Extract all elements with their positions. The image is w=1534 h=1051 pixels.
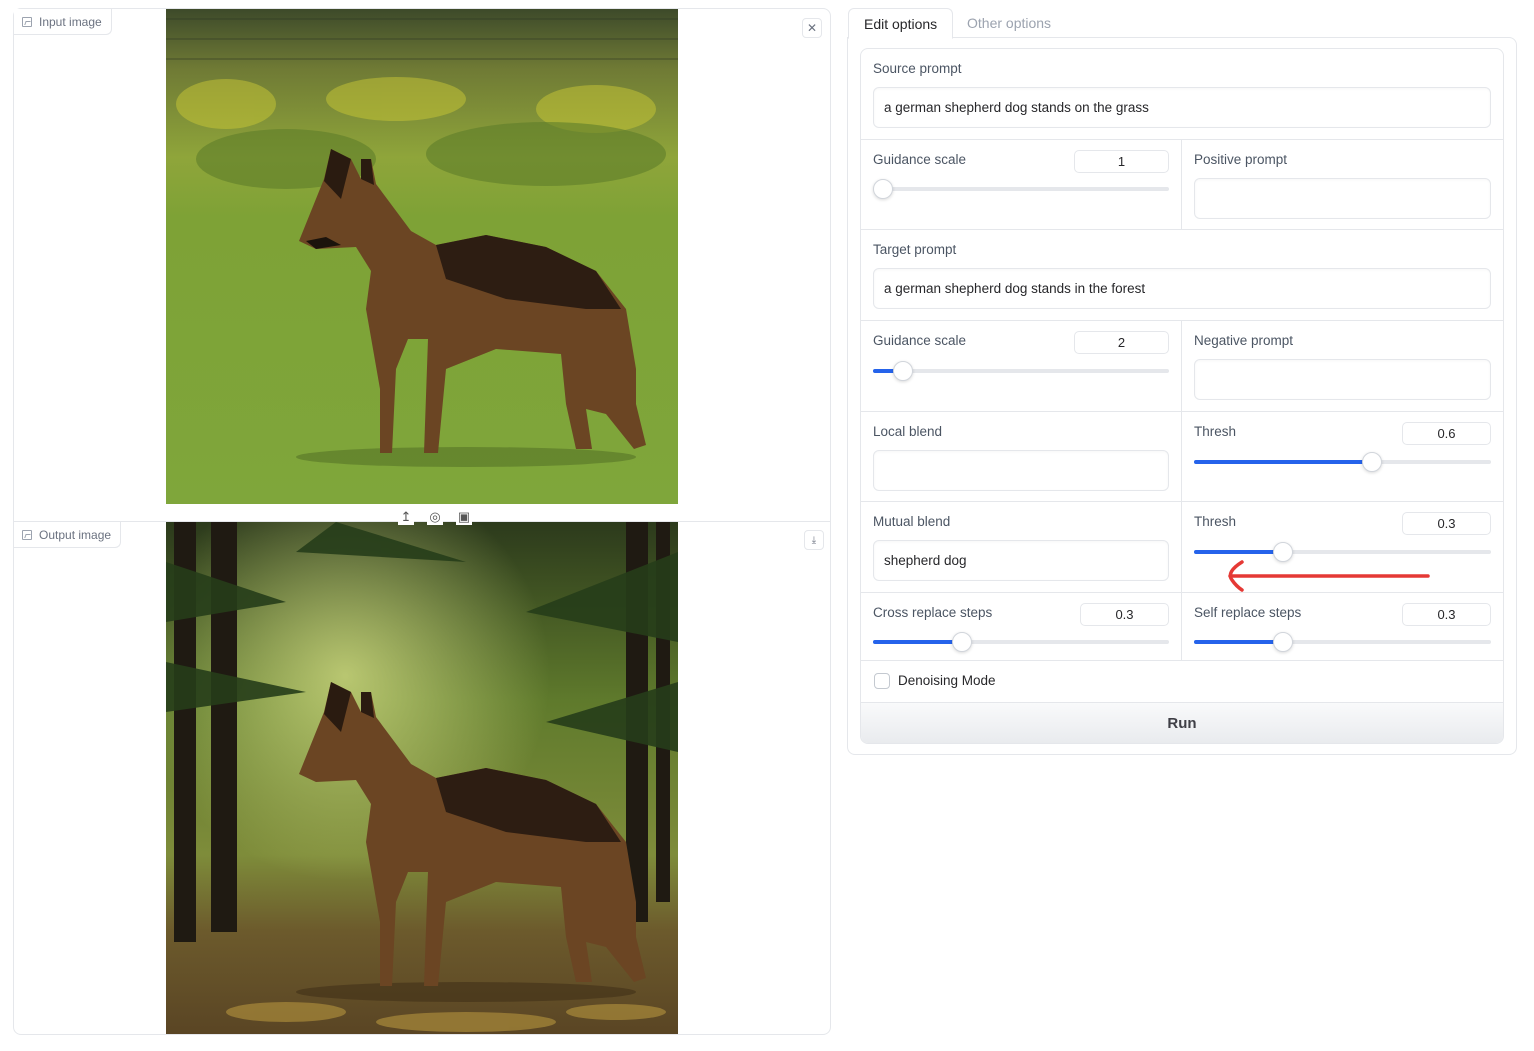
guidance-scale-label: Guidance scale <box>873 152 967 167</box>
guidance-scale-number[interactable]: 2 <box>1074 331 1169 354</box>
denoising-mode-checkbox[interactable] <box>874 673 890 689</box>
slider-thumb[interactable] <box>1273 632 1294 652</box>
thresh-number[interactable]: 0.3 <box>1402 512 1491 535</box>
close-icon[interactable]: ✕ <box>802 18 822 38</box>
slider-thumb[interactable] <box>951 632 972 652</box>
target-prompt-input[interactable]: a german shepherd dog stands in the fore… <box>873 268 1491 309</box>
thresh-number[interactable]: 0.6 <box>1402 422 1491 445</box>
output-image-label: Output image <box>14 522 122 548</box>
thresh-slider[interactable] <box>1194 452 1491 472</box>
cross-replace-steps-slider[interactable] <box>873 632 1169 652</box>
local-blend-label: Local blend <box>873 424 943 439</box>
mutual-blend-input[interactable]: shepherd dog <box>873 540 1169 581</box>
webcam-icon[interactable]: ◎ <box>427 509 443 525</box>
edit-options-form: Source prompt a german shepherd dog stan… <box>860 48 1504 744</box>
guidance-negative-row: Guidance scale 2 Negative prompt <box>861 321 1503 412</box>
tab-edit-options[interactable]: Edit options <box>848 8 954 39</box>
clipboard-icon[interactable]: ▣ <box>456 509 472 525</box>
self-replace-steps-label: Self replace steps <box>1194 605 1302 620</box>
mutual-blend-label: Mutual blend <box>873 514 951 529</box>
local-blend-input[interactable] <box>873 450 1169 491</box>
source-prompt-label: Source prompt <box>873 61 962 76</box>
replace-steps-row: Cross replace steps 0.3 Self replace ste… <box>861 593 1503 661</box>
positive-prompt-label: Positive prompt <box>1194 152 1288 167</box>
source-prompt-row: Source prompt a german shepherd dog stan… <box>861 49 1503 140</box>
upload-icon[interactable]: ↥ <box>398 509 414 525</box>
tab-bar: Edit options Other options <box>848 8 1517 39</box>
image-source-toolbar: ↥ ◎ ▣ <box>398 509 472 525</box>
guidance-scale-slider[interactable] <box>873 179 1169 199</box>
input-image <box>166 9 678 504</box>
positive-prompt-input[interactable] <box>1194 178 1491 219</box>
image-icon <box>22 16 32 27</box>
input-image-label-text: Input image <box>39 14 102 29</box>
negative-prompt-input[interactable] <box>1194 359 1491 400</box>
cross-replace-steps-label: Cross replace steps <box>873 605 993 620</box>
output-image-label-text: Output image <box>39 527 112 542</box>
input-image-label: Input image <box>14 9 112 35</box>
slider-thumb[interactable] <box>873 179 893 199</box>
run-button[interactable]: Run <box>861 703 1503 743</box>
slider-thumb[interactable] <box>1362 452 1383 472</box>
input-image-panel[interactable]: Input image ✕ ↥ ◎ ▣ <box>13 8 831 525</box>
download-icon[interactable]: ⤓ <box>804 530 824 550</box>
guidance-scale-label: Guidance scale <box>873 333 967 348</box>
self-replace-steps-number[interactable]: 0.3 <box>1402 603 1491 626</box>
denoising-mode-label: Denoising Mode <box>898 673 996 688</box>
local-blend-row: Local blend Thresh 0.6 <box>861 412 1503 502</box>
target-prompt-row: Target prompt a german shepherd dog stan… <box>861 230 1503 321</box>
thresh-slider[interactable] <box>1194 542 1491 562</box>
slider-fill <box>873 640 962 644</box>
slider-fill <box>1194 640 1284 644</box>
output-image-panel: Output image ⤓ <box>13 521 831 1035</box>
target-prompt-label: Target prompt <box>873 242 957 257</box>
thresh-label: Thresh <box>1194 424 1237 439</box>
guidance-scale-number[interactable]: 1 <box>1074 150 1169 173</box>
source-prompt-input[interactable]: a german shepherd dog stands on the gras… <box>873 87 1491 128</box>
negative-prompt-label: Negative prompt <box>1194 333 1294 348</box>
self-replace-steps-slider[interactable] <box>1194 632 1491 652</box>
slider-fill <box>1194 550 1284 554</box>
tab-other-options[interactable]: Other options <box>952 8 1066 39</box>
cross-replace-steps-number[interactable]: 0.3 <box>1080 603 1169 626</box>
image-icon <box>22 529 32 540</box>
guidance-positive-row: Guidance scale 1 Positive prompt <box>861 140 1503 230</box>
guidance-scale-slider[interactable] <box>873 361 1169 381</box>
annotation-arrow-icon <box>1228 560 1430 592</box>
slider-fill <box>1194 460 1373 464</box>
denoising-mode-row[interactable]: Denoising Mode <box>861 661 1503 703</box>
thresh-label: Thresh <box>1194 514 1237 529</box>
slider-thumb[interactable] <box>892 361 913 381</box>
output-image <box>166 522 678 1034</box>
